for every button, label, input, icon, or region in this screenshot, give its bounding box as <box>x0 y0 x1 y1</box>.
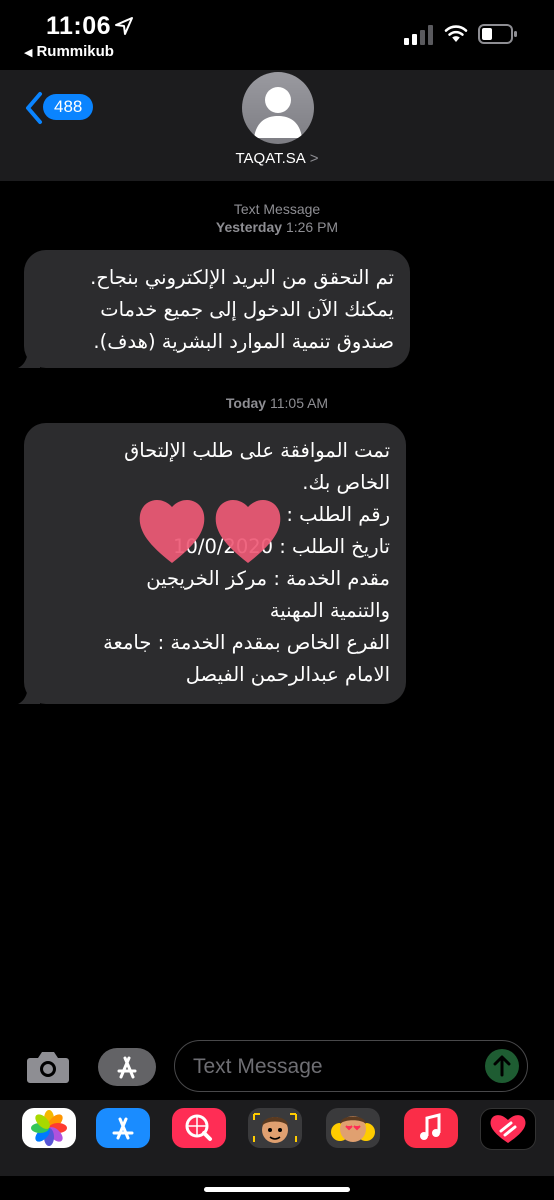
conversation-header: 488 TAQAT.SA > <box>0 70 554 181</box>
timestamp-time: 1:26 PM <box>285 219 339 235</box>
battery-icon <box>478 24 517 44</box>
message-line: صندوق تنمية الموارد البشرية (هدف). <box>93 330 394 353</box>
memoji-stickers-icon <box>331 1116 375 1142</box>
photos-app-button[interactable] <box>22 1108 76 1148</box>
location-arrow-icon <box>115 17 133 35</box>
memoji-icon <box>253 1113 297 1143</box>
message-input[interactable]: Text Message <box>174 1040 528 1092</box>
music-icon <box>420 1113 441 1140</box>
contact-avatar[interactable] <box>242 72 314 144</box>
message-timestamp: Today 11:05 AM <box>0 394 554 412</box>
back-app-label: Rummikub <box>36 43 114 60</box>
person-silhouette-icon <box>254 87 302 138</box>
back-to-app-link[interactable]: ◀ Rummikub <box>24 43 114 60</box>
status-bar: 11:06 ◀ Rummikub <box>0 0 554 70</box>
message-line: الفرع الخاص بمقدم الخدمة : جامعة <box>103 631 390 654</box>
cellular-signal-icon <box>404 25 433 45</box>
home-indicator[interactable] <box>204 1187 350 1192</box>
bubble-tail <box>18 348 40 368</box>
app-store-button[interactable] <box>96 1108 150 1148</box>
web-search-icon <box>185 1114 212 1141</box>
digital-touch-icon <box>490 1115 526 1143</box>
wifi-icon <box>444 25 468 42</box>
photos-icon <box>31 1110 67 1146</box>
camera-icon[interactable] <box>26 1050 70 1084</box>
message-line: والتنمية المهنية <box>269 599 390 622</box>
status-time: 11:06 <box>46 12 112 40</box>
message-line: مقدم الخدمة : مركز الخريجين <box>146 567 390 590</box>
contact-name-button[interactable]: TAQAT.SA > <box>0 150 554 167</box>
message-line: تم التحقق من البريد الإلكتروني بنجاح. <box>90 266 394 289</box>
message-input-placeholder: Text Message <box>193 1055 323 1078</box>
contact-name: TAQAT.SA <box>235 150 306 167</box>
timestamp-time: 11:05 AM <box>269 395 329 411</box>
app-store-icon <box>112 1117 134 1140</box>
message-line: يمكنك الآن الدخول إلى جميع خدمات <box>100 298 394 321</box>
bubble-tail <box>18 684 40 704</box>
heart-icon <box>215 500 281 563</box>
digital-touch-button[interactable] <box>480 1108 536 1150</box>
heart-icon <box>139 500 205 563</box>
message-type-label: Text Message <box>233 201 321 217</box>
incoming-message-bubble[interactable]: تم التحقق من البريد الإلكتروني بنجاح. يم… <box>18 250 410 368</box>
memoji-button[interactable] <box>248 1108 302 1148</box>
timestamp-day: Today <box>225 395 267 411</box>
music-button[interactable] <box>404 1108 458 1148</box>
unread-count-badge[interactable]: 488 <box>43 94 94 120</box>
timestamp-day: Yesterday <box>215 219 283 235</box>
send-button[interactable] <box>485 1049 519 1083</box>
app-store-drawer-button[interactable] <box>98 1048 156 1086</box>
heart-sticker-overlay <box>139 500 281 563</box>
arrow-up-icon <box>493 1055 511 1077</box>
app-store-a-icon <box>117 1056 137 1079</box>
message-line: الامام عبدالرحمن الفيصل <box>185 663 390 686</box>
back-triangle-icon: ◀ <box>24 47 33 59</box>
chevron-right-icon: > <box>309 150 319 167</box>
message-timestamp: Text Message Yesterday 1:26 PM <box>0 200 554 236</box>
web-search-button[interactable] <box>172 1108 226 1148</box>
message-line: تمت الموافقة على طلب الإلتحاق <box>124 439 390 462</box>
memoji-stickers-button[interactable] <box>326 1108 380 1148</box>
